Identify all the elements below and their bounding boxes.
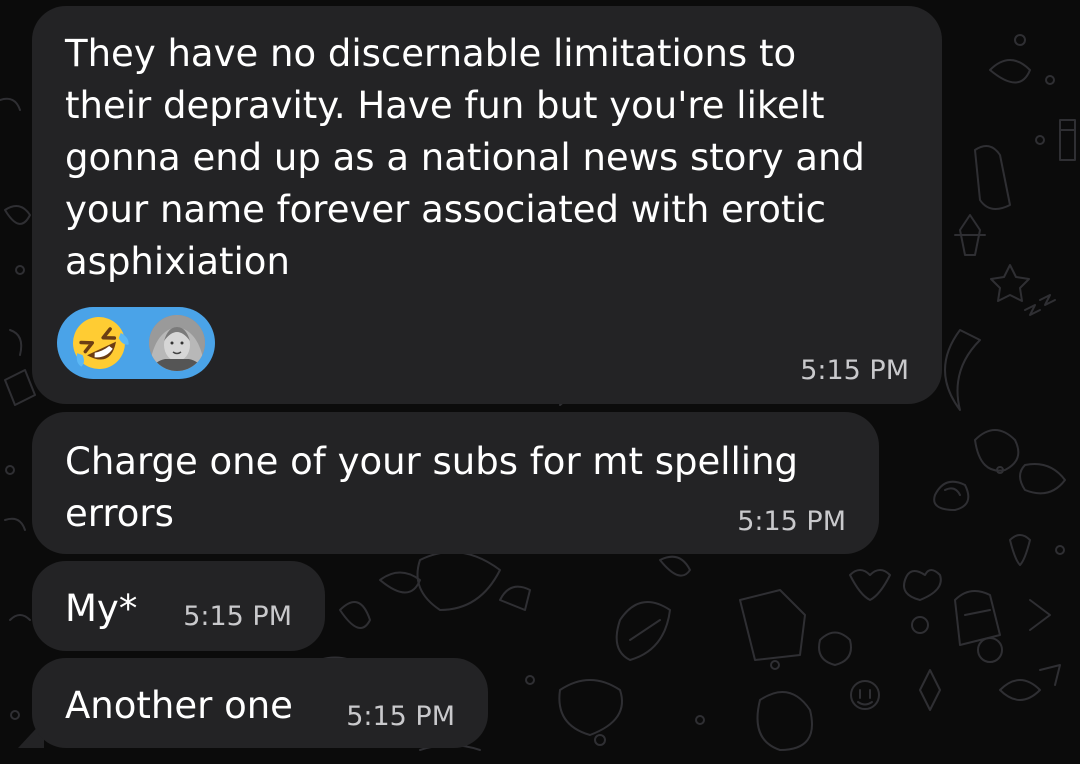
message-timestamp: 5:15 PM [346, 701, 455, 732]
message-line: errors [65, 492, 174, 535]
message-bubble[interactable]: Charge one of your subs for mt spelling … [32, 412, 879, 554]
message-line: their depravity. Have fun but you're lik… [65, 84, 825, 127]
message-bubble[interactable]: Another one 5:15 PM [32, 658, 488, 748]
message-line: gonna end up as a national news story an… [65, 136, 865, 179]
reactor-avatar[interactable] [149, 315, 205, 371]
message-line: They have no discernable limitations to [65, 32, 797, 75]
message-bubble[interactable]: They have no discernable limitations to … [32, 6, 942, 404]
message-line: Another one [65, 684, 293, 727]
message-line: asphixiation [65, 240, 290, 283]
rolling-laughing-emoji-icon [73, 317, 129, 369]
message-timestamp: 5:15 PM [800, 355, 909, 386]
reaction-pill[interactable] [57, 307, 215, 379]
message-text: Another one [65, 680, 293, 732]
message-bubble[interactable]: My* 5:15 PM [32, 561, 325, 651]
message-line: My* [65, 587, 138, 630]
message-timestamp: 5:15 PM [183, 601, 292, 632]
message-line: Charge one of your subs for mt spelling [65, 440, 799, 483]
message-line: your name forever associated with erotic [65, 188, 826, 231]
message-text: They have no discernable limitations to … [65, 28, 865, 288]
message-text: My* [65, 583, 137, 635]
message-text: Charge one of your subs for mt spelling … [65, 436, 798, 540]
message-timestamp: 5:15 PM [737, 506, 846, 537]
